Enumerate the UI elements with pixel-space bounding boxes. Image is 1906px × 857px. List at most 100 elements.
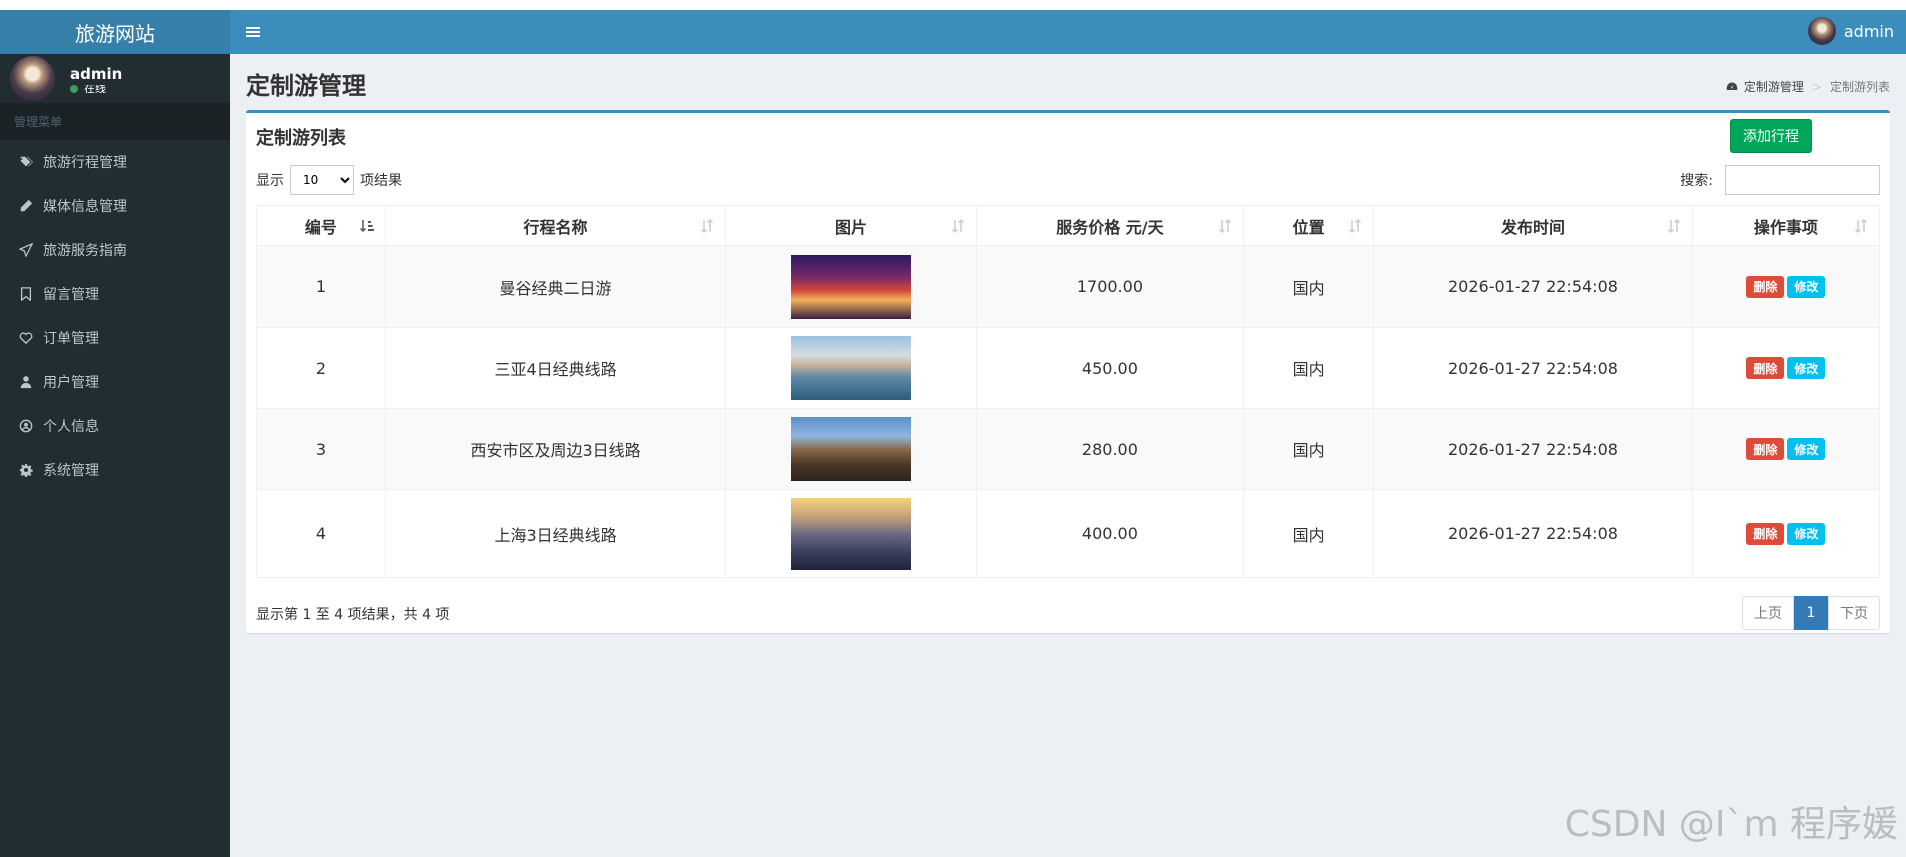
user-name: admin	[70, 64, 123, 83]
table-row: 3 西安市区及周边3日线路 280.00 国内 2026-01-27 22:54…	[256, 408, 1881, 490]
cell-actions: 删除 修改	[1691, 327, 1881, 409]
cell-name: 上海3日经典线路	[384, 489, 727, 578]
gear-icon	[18, 462, 34, 478]
column-header-id[interactable]: 编号	[256, 205, 386, 246]
sidebar-item-label: 媒体信息管理	[43, 199, 127, 215]
breadcrumb-current: 定制游列表	[1829, 80, 1890, 94]
delete-button[interactable]: 删除	[1746, 275, 1785, 298]
user-icon	[18, 374, 34, 390]
sort-icon	[1853, 218, 1869, 234]
cell-location: 国内	[1243, 245, 1375, 328]
delete-button[interactable]: 删除	[1746, 357, 1785, 379]
sort-ascending-icon	[359, 218, 375, 234]
dashboard-icon	[1726, 82, 1738, 90]
add-trip-button[interactable]: 添加行程	[1730, 119, 1812, 153]
cell-price: 1700.00	[975, 245, 1245, 328]
sidebar-item-label: 留言管理	[43, 287, 99, 303]
edit-button[interactable]: 修改	[1787, 275, 1826, 298]
sort-icon	[1666, 218, 1682, 234]
cell-time: 2026-01-27 22:54:08	[1373, 408, 1693, 490]
table-row: 1 曼谷经典二日游 1700.00 国内 2026-01-27 22:54:08…	[256, 245, 1881, 328]
cell-price: 450.00	[975, 327, 1245, 409]
trip-thumbnail	[790, 336, 911, 400]
cell-image	[725, 408, 977, 490]
cell-id: 1	[256, 245, 386, 328]
sidebar-item-label: 旅游行程管理	[43, 155, 127, 171]
edit-button[interactable]: 修改	[1787, 522, 1826, 545]
sidebar-toggle-button[interactable]	[243, 22, 263, 42]
column-header-location[interactable]: 位置	[1243, 205, 1375, 246]
table-header-row: 编号 行程名称 图片 服务价格 元/天 位置 发布时间 操作事项	[256, 205, 1881, 246]
cell-location: 国内	[1243, 327, 1375, 409]
table-row: 4 上海3日经典线路 400.00 国内 2026-01-27 22:54:08…	[256, 489, 1881, 578]
cell-price: 280.00	[975, 408, 1245, 490]
length-suffix: 项结果	[360, 173, 402, 189]
cell-location: 国内	[1243, 489, 1375, 578]
sidebar-item-order-management[interactable]: 订单管理	[0, 316, 230, 360]
delete-button[interactable]: 删除	[1746, 522, 1785, 545]
search-input[interactable]	[1725, 165, 1880, 195]
page-title: 定制游管理	[246, 72, 366, 100]
trip-table: 编号 行程名称 图片 服务价格 元/天 位置 发布时间 操作事项 1 曼谷经典二…	[256, 205, 1881, 578]
top-navbar: admin	[230, 10, 1906, 54]
cell-image	[725, 245, 977, 328]
cell-name: 西安市区及周边3日线路	[384, 408, 727, 490]
site-logo[interactable]: 旅游网站	[0, 10, 230, 54]
top-user-menu[interactable]: admin	[1807, 17, 1894, 45]
sort-icon	[1347, 218, 1363, 234]
cell-id: 2	[256, 327, 386, 409]
sidebar-item-system-management[interactable]: 系统管理	[0, 448, 230, 492]
trip-thumbnail	[790, 254, 911, 319]
paper-plane-icon	[18, 242, 34, 258]
online-status-icon	[70, 84, 78, 93]
cell-price: 400.00	[975, 489, 1245, 578]
prev-page-button[interactable]: 上页	[1742, 596, 1794, 630]
sort-icon	[1217, 218, 1233, 234]
cell-actions: 删除 修改	[1691, 245, 1881, 328]
page-length-select[interactable]: 10	[290, 165, 354, 195]
sidebar-item-label: 旅游服务指南	[43, 243, 127, 259]
cell-time: 2026-01-27 22:54:08	[1373, 327, 1693, 409]
cell-name: 三亚4日经典线路	[384, 327, 727, 409]
pagination: 上页 1 下页	[1742, 596, 1880, 630]
next-page-button[interactable]: 下页	[1828, 596, 1880, 630]
column-header-actions[interactable]: 操作事项	[1691, 205, 1881, 246]
cell-location: 国内	[1243, 408, 1375, 490]
app-root: 旅游网站 admin 在线 管理菜单 旅游行程管理 媒体信息管理 旅游服务指南 …	[0, 10, 1906, 857]
bookmark-icon	[18, 286, 34, 302]
column-header-name[interactable]: 行程名称	[384, 205, 727, 246]
column-header-price[interactable]: 服务价格 元/天	[975, 205, 1245, 246]
sidebar-item-label: 用户管理	[43, 375, 99, 391]
sidebar-item-message-management[interactable]: 留言管理	[0, 272, 230, 316]
sidebar-item-service-guide[interactable]: 旅游服务指南	[0, 228, 230, 272]
cell-id: 4	[256, 489, 386, 578]
sort-icon	[950, 218, 966, 234]
sidebar-item-profile[interactable]: 个人信息	[0, 404, 230, 448]
cell-image	[725, 327, 977, 409]
cell-time: 2026-01-27 22:54:08	[1373, 245, 1693, 328]
user-panel: admin 在线	[0, 54, 230, 103]
sidebar-menu: 旅游行程管理 媒体信息管理 旅游服务指南 留言管理 订单管理 用户管理 个人信息…	[0, 140, 230, 492]
cell-image	[725, 489, 977, 578]
trip-thumbnail	[790, 497, 911, 570]
breadcrumb: 定制游管理 > 定制游列表	[1726, 78, 1890, 95]
search-control: 搜索:	[1680, 165, 1880, 195]
sidebar-item-trip-management[interactable]: 旅游行程管理	[0, 140, 230, 184]
table-info: 显示第 1 至 4 项结果，共 4 项	[256, 607, 450, 623]
column-header-image[interactable]: 图片	[725, 205, 977, 246]
current-page-button[interactable]: 1	[1794, 596, 1828, 630]
edit-button[interactable]: 修改	[1787, 357, 1826, 379]
edit-button[interactable]: 修改	[1787, 438, 1826, 460]
breadcrumb-parent-link[interactable]: 定制游管理	[1744, 78, 1804, 95]
column-header-time[interactable]: 发布时间	[1373, 205, 1693, 246]
cell-id: 3	[256, 408, 386, 490]
sidebar-item-label: 个人信息	[43, 419, 99, 435]
sidebar-item-user-management[interactable]: 用户管理	[0, 360, 230, 404]
list-box: 定制游列表 添加行程 显示 10 项结果 搜索: 编号 行程名称 图片 服务价格…	[246, 110, 1890, 633]
sidebar-item-media-management[interactable]: 媒体信息管理	[0, 184, 230, 228]
sidebar-item-label: 订单管理	[43, 331, 99, 347]
delete-button[interactable]: 删除	[1746, 438, 1785, 460]
sidebar-item-label: 系统管理	[43, 463, 99, 479]
page-length-control: 显示 10 项结果	[256, 165, 402, 195]
cell-name: 曼谷经典二日游	[384, 245, 727, 328]
